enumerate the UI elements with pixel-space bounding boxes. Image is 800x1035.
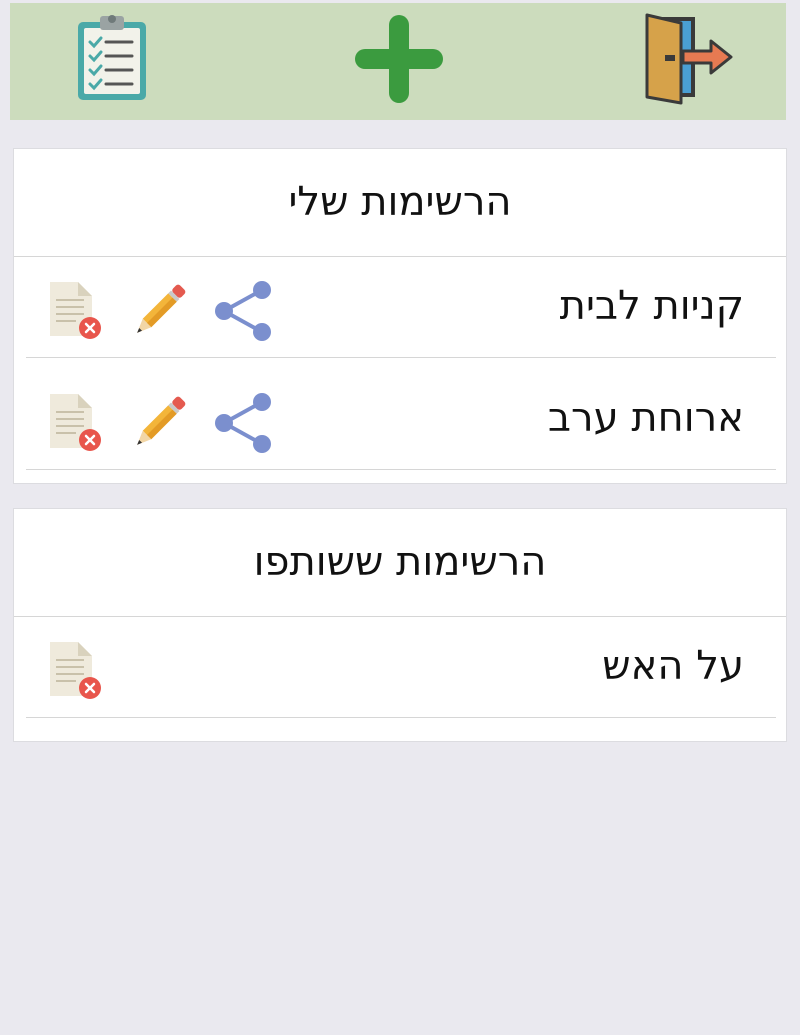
add-list-button[interactable] (353, 13, 445, 105)
list-item[interactable]: ארוחת ערב (26, 368, 776, 470)
delete-document-icon[interactable] (46, 280, 104, 342)
my-lists-title: הרשימות שלי (14, 149, 786, 257)
pencil-icon[interactable] (128, 392, 190, 454)
shared-lists-card: הרשימות ששותפו על האש (13, 508, 787, 742)
clipboard-checklist-icon[interactable] (74, 12, 150, 104)
pencil-icon[interactable] (128, 280, 190, 342)
share-icon[interactable] (212, 392, 274, 454)
exit-button[interactable] (643, 13, 735, 105)
list-item-label: על האש (602, 643, 744, 689)
list-item[interactable]: קניות לבית (26, 256, 776, 358)
list-item-label: ארוחת ערב (547, 395, 744, 441)
list-item[interactable]: על האש (26, 616, 776, 718)
top-toolbar (10, 3, 786, 120)
plus-icon (355, 15, 443, 103)
exit-door-icon (645, 13, 733, 105)
delete-document-icon[interactable] (46, 392, 104, 454)
delete-document-icon[interactable] (46, 640, 104, 702)
share-icon[interactable] (212, 280, 274, 342)
list-item-label: קניות לבית (559, 283, 744, 329)
my-lists-card: הרשימות שלי קניות לבית ארוחת ערב (13, 148, 787, 484)
shared-lists-title: הרשימות ששותפו (14, 509, 786, 617)
